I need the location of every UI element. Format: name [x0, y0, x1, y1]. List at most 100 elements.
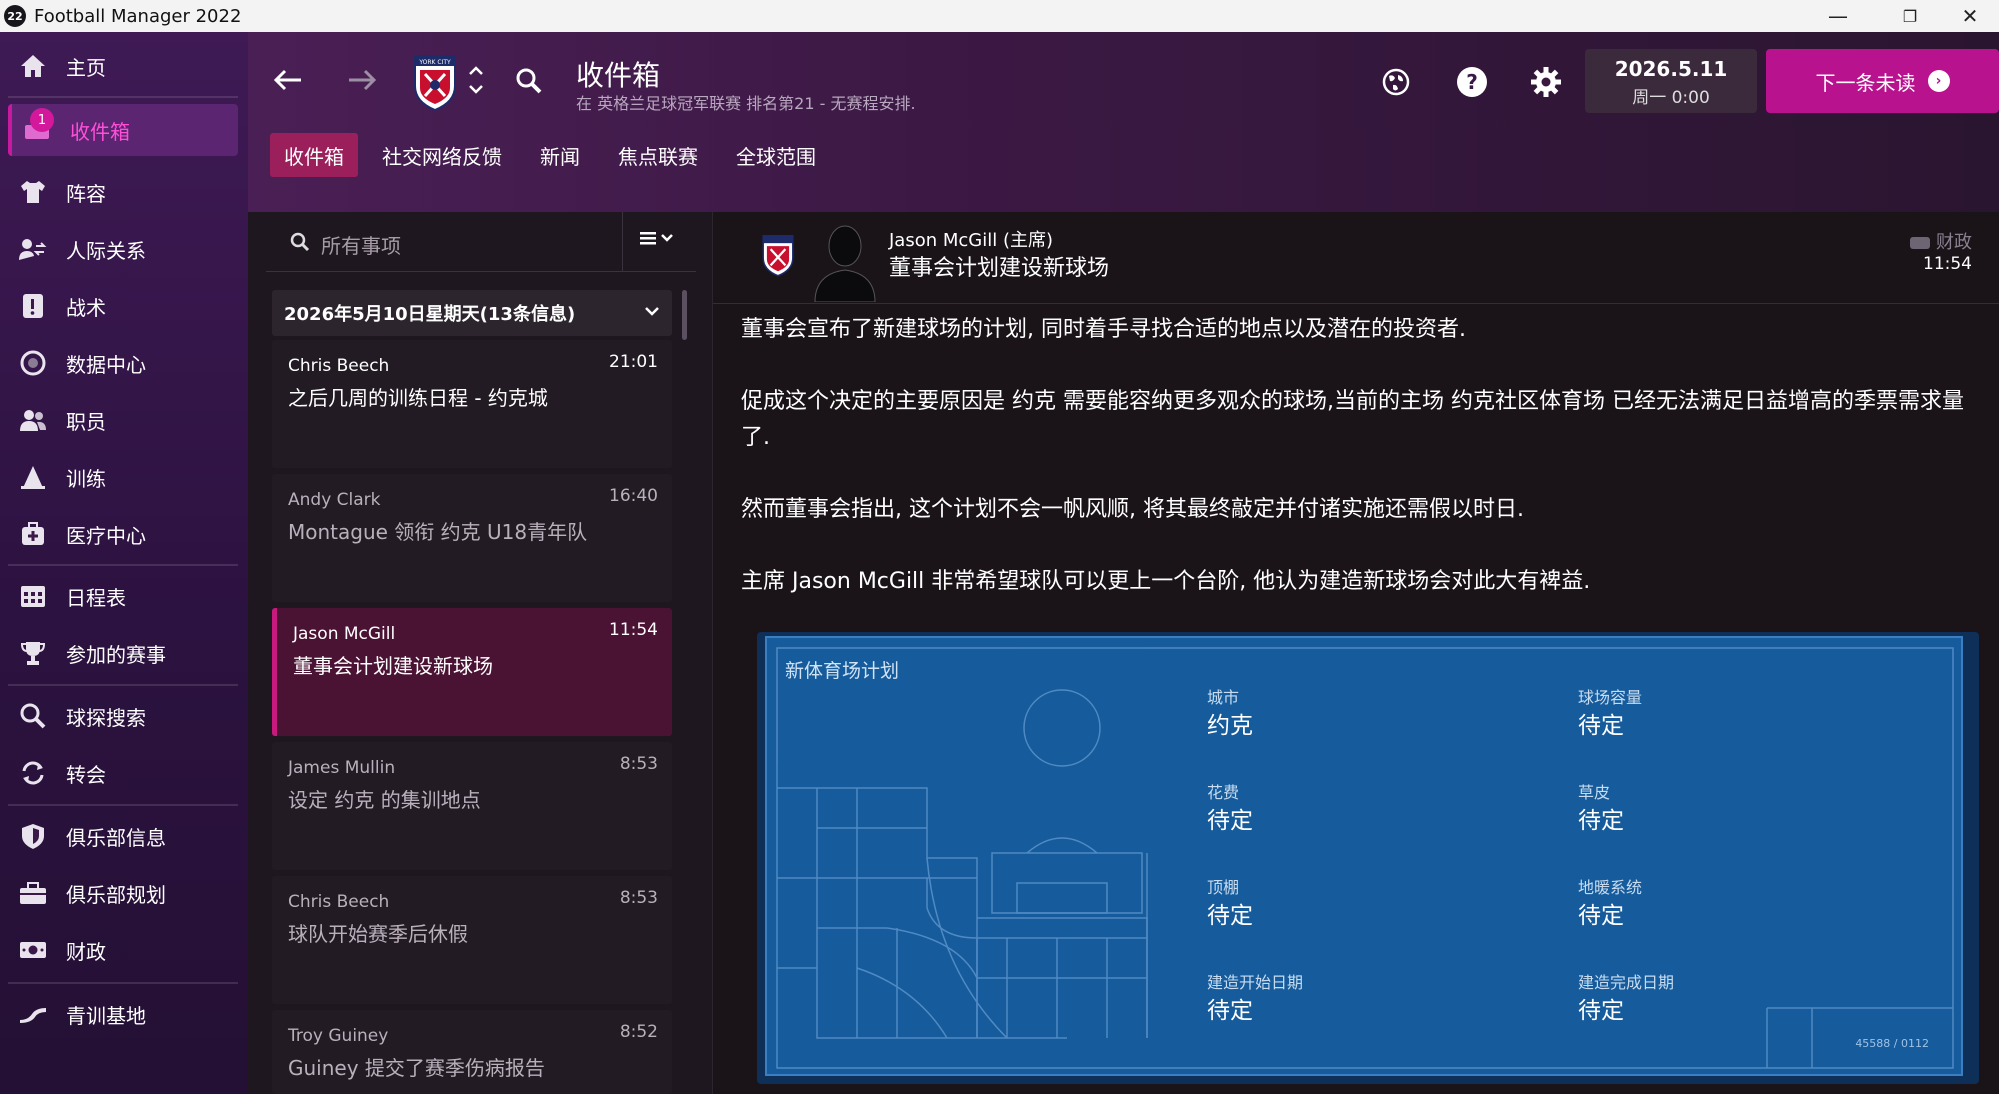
message-paragraph: 董事会宣布了新建球场的计划, 同时着手寻找合适的地点以及潜在的投资者. [741, 317, 1466, 342]
message-item-selected[interactable]: Jason McGill 11:54 董事会计划建设新球场 [272, 608, 672, 736]
transfers-icon [16, 756, 50, 790]
help-icon[interactable]: ? [1452, 62, 1492, 102]
message-item[interactable]: Chris Beech 8:53 球队开始赛季后休假 [272, 876, 672, 1004]
blueprint-panel: 新体育场计划 城市 约克 球场容量 待定 花费 待定 草皮 待定 顶棚 待定 地… [765, 636, 1963, 1076]
content-area: 所有事项 2026年5月10日星期天(13条信息) Chris Beech 21… [248, 212, 1999, 1094]
window-title-bar: 22 Football Manager 2022 — ❐ ✕ [0, 0, 1999, 32]
maximize-button[interactable]: ❐ [1880, 0, 1940, 32]
message-item[interactable]: Troy Guiney 8:52 Guiney 提交了赛季伤病报告 [272, 1010, 672, 1094]
sidebar-item-label: 日程表 [66, 585, 126, 610]
sidebar-item-label: 俱乐部规划 [66, 882, 166, 907]
page-title: 收件箱 [576, 59, 661, 92]
message-sender: Chris Beech [288, 892, 390, 912]
message-from: Jason McGill (主席) [889, 230, 1054, 251]
message-time: 8:53 [619, 888, 658, 908]
plan-field-value-capacity: 待定 [1578, 713, 1624, 739]
message-item[interactable]: Chris Beech 21:01 之后几周的训练日程 - 约克城 [272, 340, 672, 468]
sidebar-divider [8, 982, 238, 984]
sender-avatar[interactable] [809, 216, 881, 303]
current-date: 2026.5.11 [1614, 57, 1728, 81]
message-subject: Montague 领衔 约克 U18青年队 [288, 520, 588, 544]
shirt-icon [16, 175, 50, 209]
sidebar-item-label: 战术 [66, 295, 106, 320]
gear-icon[interactable] [1526, 62, 1566, 102]
sidebar-item-transfers[interactable]: 转会 [8, 747, 238, 799]
sidebar-item-staff[interactable]: 职员 [8, 394, 238, 446]
svg-text:?: ? [1466, 70, 1478, 94]
world-icon[interactable] [1376, 62, 1416, 102]
sidebar-item-label: 转会 [66, 762, 106, 787]
tab-focus-leagues[interactable]: 焦点联赛 [604, 133, 712, 177]
sidebar-item-schedule[interactable]: 日程表 [8, 570, 238, 622]
club-crest [761, 232, 795, 278]
message-item[interactable]: Andy Clark 16:40 Montague 领衔 约克 U18青年队 [272, 474, 672, 602]
plan-field-value-start-date: 待定 [1207, 998, 1253, 1024]
back-button[interactable] [268, 60, 308, 100]
sidebar-item-squad[interactable]: 阵容 [8, 166, 238, 218]
sidebar-item-finances[interactable]: 财政 [8, 924, 238, 976]
sidebar-item-label: 青训基地 [66, 1003, 146, 1028]
sidebar-item-competitions[interactable]: 参加的赛事 [8, 627, 238, 679]
tab-inbox[interactable]: 收件箱 [270, 133, 358, 177]
message-title: 董事会计划建设新球场 [889, 256, 1110, 281]
tab-news[interactable]: 新闻 [526, 133, 594, 177]
message-group-header[interactable]: 2026年5月10日星期天(13条信息) [272, 290, 672, 336]
sidebar-item-label: 阵容 [66, 181, 106, 206]
sidebar-item-label: 收件箱 [70, 119, 130, 144]
club-crest[interactable]: YORK CITY [412, 52, 458, 112]
club-switch-chevrons[interactable] [464, 60, 488, 100]
message-time: 16:40 [609, 486, 658, 506]
forward-button[interactable] [342, 60, 382, 100]
sidebar-item-label: 财政 [66, 939, 106, 964]
message-search-row: 所有事项 [266, 212, 696, 272]
page-subtitle: 在 英格兰足球冠军联赛 排名第21 - 无赛程安排. [576, 94, 916, 113]
message-paragraph: 然而董事会指出, 这个计划不会一帆风顺, 将其最终敲定并付诸实施还需假以时日. [741, 497, 1524, 522]
stadium-blueprint-graphic [776, 647, 1954, 1069]
message-time: 8:53 [619, 754, 658, 774]
list-options-icon[interactable] [638, 228, 678, 253]
message-received-time: 11:54 [1923, 254, 1972, 274]
message-subject: 球队开始赛季后休假 [288, 922, 468, 946]
next-unread-button[interactable]: 下一条未读 › [1766, 49, 1999, 113]
sidebar-item-data-hub[interactable]: 数据中心 [8, 337, 238, 389]
search-icon[interactable] [512, 64, 546, 98]
sidebar-item-training[interactable]: 训练 [8, 451, 238, 503]
tactics-icon [16, 289, 50, 323]
club-shield-icon [16, 819, 50, 853]
message-subject: 董事会计划建设新球场 [293, 654, 493, 678]
message-paragraph: 促成这个决定的主要原因是 约克 需要能容纳更多观众的球场,当前的主场 约克社区体… [741, 389, 1964, 450]
close-button[interactable]: ✕ [1940, 0, 1999, 32]
sidebar-item-label: 人际关系 [66, 238, 146, 263]
sidebar-item-scouting[interactable]: 球探搜索 [8, 690, 238, 742]
search-icon [290, 232, 310, 257]
message-subject: 之后几周的训练日程 - 约克城 [288, 386, 548, 410]
sidebar-item-home[interactable]: 主页 [8, 40, 238, 92]
sidebar-item-label: 主页 [66, 55, 106, 80]
staff-icon [16, 403, 50, 437]
tab-social-feed[interactable]: 社交网络反馈 [368, 133, 516, 177]
sidebar-item-medical[interactable]: 医疗中心 [8, 508, 238, 560]
calendar-icon [16, 579, 50, 613]
stadium-plan-card: 新体育场计划 城市 约克 球场容量 待定 花费 待定 草皮 待定 顶棚 待定 地… [757, 632, 1979, 1084]
plan-field-label-roof: 顶棚 [1207, 878, 1240, 897]
message-time: 11:54 [609, 620, 658, 640]
minimize-button[interactable]: — [1808, 0, 1868, 32]
sidebar-item-tactics[interactable]: 战术 [8, 280, 238, 332]
game-date-box[interactable]: 2026.5.11 周一 0:00 [1585, 49, 1757, 113]
message-search-input[interactable]: 所有事项 [321, 230, 401, 259]
plan-field-label-pitch: 草皮 [1578, 783, 1611, 802]
sidebar-item-relationships[interactable]: 人际关系 [8, 223, 238, 275]
sidebar-item-club-vision[interactable]: 俱乐部规划 [8, 867, 238, 919]
sidebar-item-inbox[interactable]: 1 收件箱 [8, 104, 238, 156]
sidebar-divider [8, 96, 238, 98]
sidebar-item-youth[interactable]: 青训基地 [8, 988, 238, 1040]
message-item[interactable]: James Mullin 8:53 设定 约克 的集训地点 [272, 742, 672, 870]
chevron-right-icon: › [1927, 70, 1950, 92]
message-list-scrollbar[interactable] [682, 290, 687, 340]
tab-worldwide[interactable]: 全球范围 [722, 133, 830, 177]
medical-icon [16, 517, 50, 551]
sidebar-divider [8, 804, 238, 806]
plan-title: 新体育场计划 [785, 660, 900, 682]
message-sender: Andy Clark [288, 490, 381, 510]
sidebar-item-club-info[interactable]: 俱乐部信息 [8, 810, 238, 862]
